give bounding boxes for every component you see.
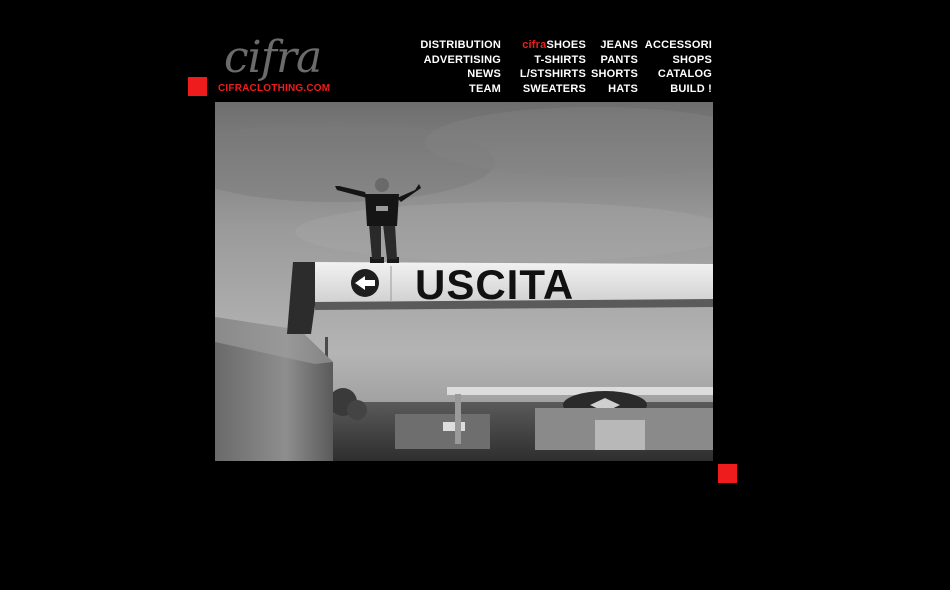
hero-photo: USCITA <box>215 102 713 461</box>
nav-link-jeans[interactable]: JEANS <box>600 38 638 53</box>
nav-link-news[interactable]: NEWS <box>467 67 501 82</box>
brand-logo[interactable]: cifra CIFRACLOTHING.COM <box>218 36 348 98</box>
logo-script: cifra <box>224 32 322 83</box>
page: cifra CIFRACLOTHING.COM DISTRIBUTION ADV… <box>0 0 950 590</box>
logo-url[interactable]: CIFRACLOTHING.COM <box>218 83 330 95</box>
tree <box>347 400 367 420</box>
building <box>395 414 490 449</box>
nav-link-catalog[interactable]: CATALOG <box>658 67 712 82</box>
nav-link-build[interactable]: BUILD ! <box>670 82 712 97</box>
nav-link-hats[interactable]: HATS <box>608 82 638 97</box>
nav-column-apparel: cifraSHOES T-SHIRTS L/STSHIRTS SWEATERS <box>520 38 586 96</box>
nav-link-accessori[interactable]: ACCESSORI <box>645 38 712 53</box>
red-square-decoration <box>188 77 207 96</box>
nav-link-distribution[interactable]: DISTRIBUTION <box>420 38 501 53</box>
nav-column-more: ACCESSORI SHOPS CATALOG BUILD ! <box>645 38 712 96</box>
main-navigation: DISTRIBUTION ADVERTISING NEWS TEAM cifra… <box>400 38 712 98</box>
nav-link-shops[interactable]: SHOPS <box>672 53 712 68</box>
nav-link-sweaters[interactable]: SWEATERS <box>523 82 586 97</box>
red-square-decoration <box>718 464 737 483</box>
nav-link-cifrashoes[interactable]: cifraSHOES <box>522 38 586 53</box>
nav-column-info: DISTRIBUTION ADVERTISING NEWS TEAM <box>420 38 501 96</box>
nav-link-t-shirts[interactable]: T-SHIRTS <box>534 53 586 68</box>
nav-link-accent: cifra <box>522 39 547 51</box>
nav-link-shorts[interactable]: SHORTS <box>591 67 638 82</box>
uscita-sign-text: USCITA <box>415 261 574 308</box>
nav-link-pants[interactable]: PANTS <box>601 53 638 68</box>
small-sign <box>443 422 465 431</box>
hero-photo-illustration: USCITA <box>215 102 713 461</box>
gantry-post <box>455 394 461 444</box>
nav-link-team[interactable]: TEAM <box>469 82 501 97</box>
barrier-highlight <box>595 420 645 450</box>
nav-link-long-sleeve-shirts[interactable]: L/STSHIRTS <box>520 67 586 82</box>
nav-link-advertising[interactable]: ADVERTISING <box>424 53 501 68</box>
nav-column-bottoms: JEANS PANTS SHORTS HATS <box>591 38 638 96</box>
nav-link-label: SHOES <box>546 39 586 51</box>
